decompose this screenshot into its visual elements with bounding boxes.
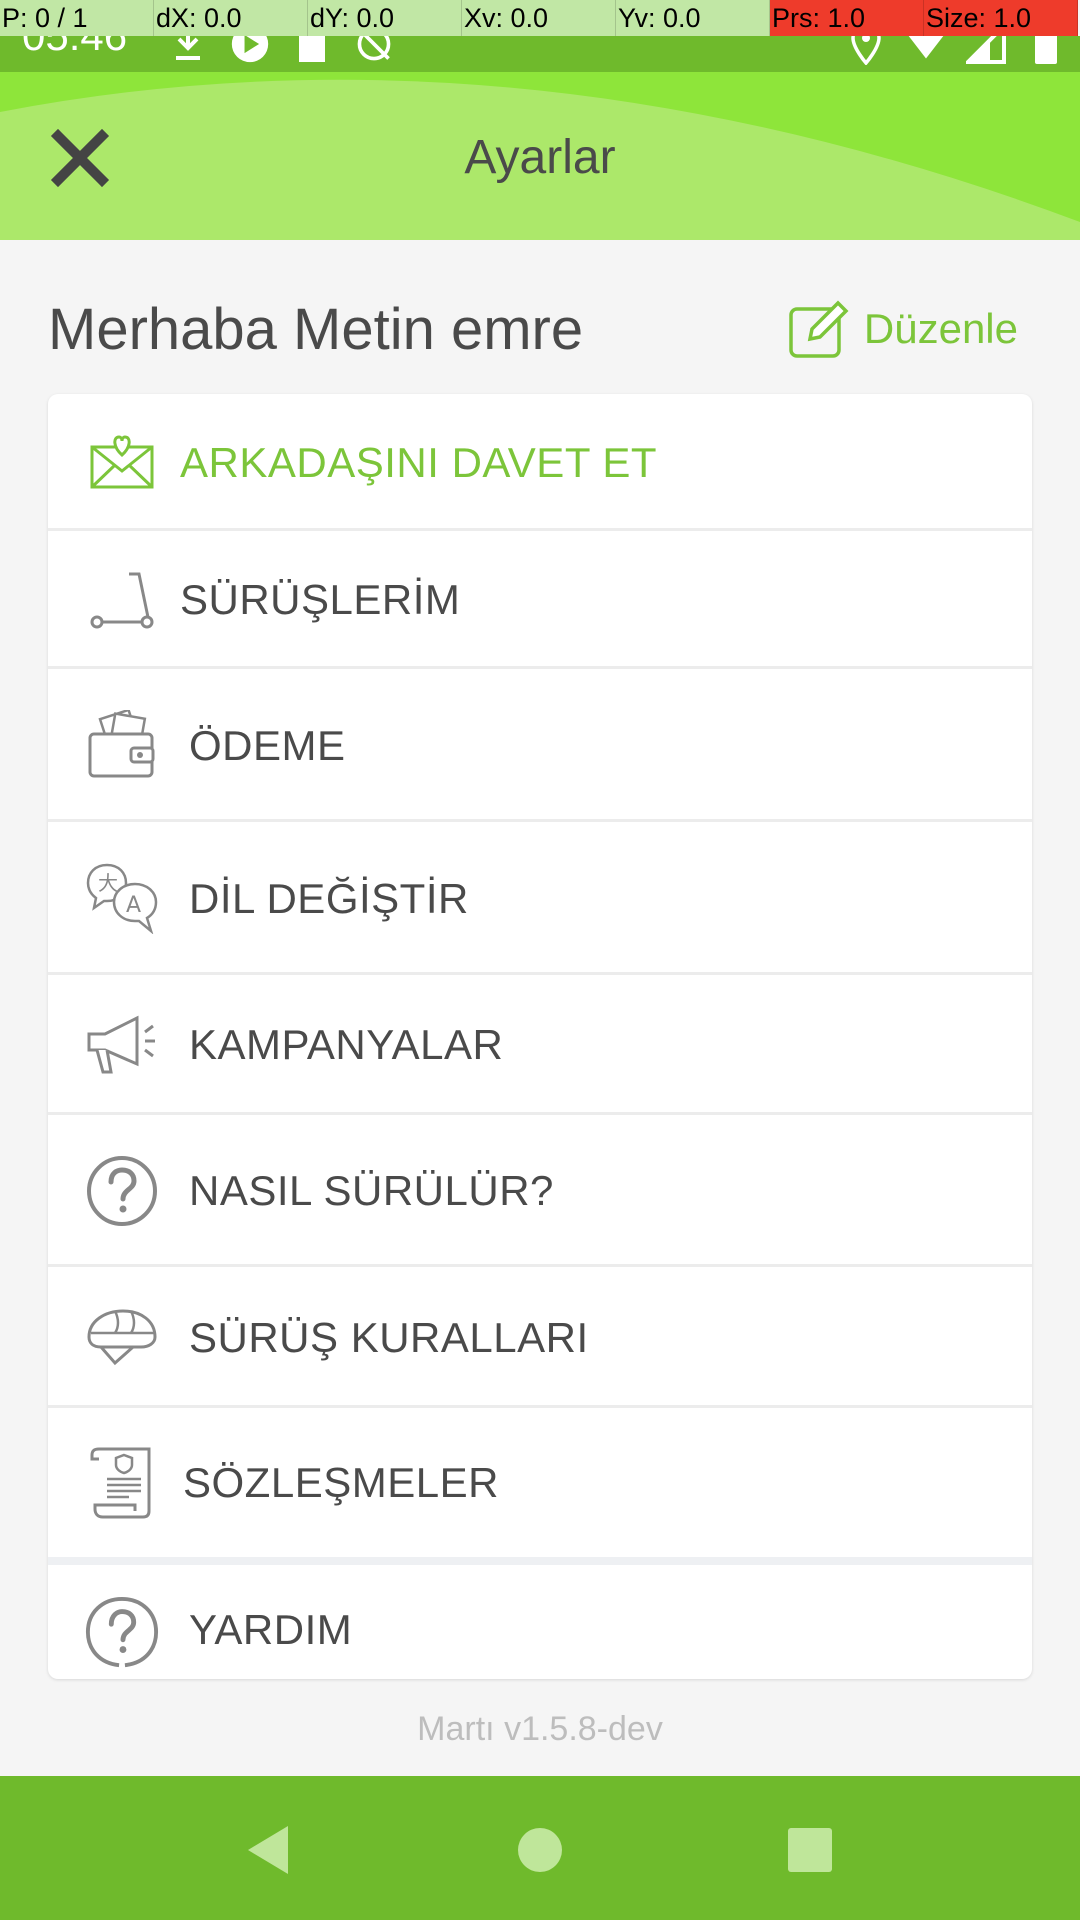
helmet-icon <box>84 1299 160 1375</box>
svg-text:大: 大 <box>98 871 118 895</box>
menu-item-invite-friend[interactable]: ARKADAŞINI DAVET ET <box>48 394 1032 531</box>
menu-item-label: YARDIM <box>189 1606 353 1653</box>
megaphone-icon <box>84 1007 160 1083</box>
menu-item-label: SÜRÜŞLERİM <box>180 576 461 623</box>
nav-back-button[interactable] <box>238 1820 298 1880</box>
menu-item-how-to-ride[interactable]: NASIL SÜRÜLÜR? <box>48 1115 1032 1267</box>
menu-item-label: ARKADAŞINI DAVET ET <box>180 438 658 486</box>
debug-pressure: Prs: 1.0 <box>770 0 924 36</box>
nav-home-button[interactable] <box>510 1820 570 1880</box>
wallet-icon <box>84 707 160 783</box>
menu-item-label: SÜRÜŞ KURALLARI <box>189 1313 589 1361</box>
menu-item-label: DİL DEĞİŞTİR <box>189 874 469 922</box>
page-title: Ayarlar <box>464 131 616 184</box>
app-header: Ayarlar <box>0 72 1080 240</box>
menu-item-label: SÖZLEŞMELER <box>183 1458 499 1506</box>
system-nav-bar <box>0 1776 1080 1920</box>
menu-item-riding-rules[interactable]: SÜRÜŞ KURALLARI <box>48 1267 1032 1408</box>
debug-pointer: P: 0 / 1 <box>0 0 154 36</box>
edit-profile-button[interactable]: Düzenle <box>788 298 1018 360</box>
app-version: Martı v1.5.8-dev <box>417 1710 663 1748</box>
edit-profile-label: Düzenle <box>863 305 1018 352</box>
status-bar: 05:46 <box>0 12 1080 72</box>
menu-item-help[interactable]: YARDIM <box>48 1565 1032 1679</box>
debug-yv: Yv: 0.0 <box>616 0 770 36</box>
back-triangle-icon <box>248 1826 288 1874</box>
edit-pencil-icon <box>789 300 849 358</box>
user-greeting: Merhaba Metin emre <box>48 297 584 362</box>
menu-item-my-rides[interactable]: SÜRÜŞLERİM <box>48 531 1032 669</box>
menu-item-label: ÖDEME <box>189 721 346 769</box>
menu-item-campaigns[interactable]: KAMPANYALAR <box>48 975 1032 1115</box>
question-circle-icon <box>84 1153 160 1229</box>
settings-menu: ARKADAŞINI DAVET ET SÜRÜŞLERİM ÖDEME 大 A… <box>48 394 1032 1679</box>
invite-mail-icon <box>84 424 160 500</box>
debug-dy: dY: 0.0 <box>308 0 462 36</box>
nav-recents-button[interactable] <box>780 1820 840 1880</box>
menu-item-payment[interactable]: ÖDEME <box>48 669 1032 822</box>
help-bubble-icon <box>84 1595 160 1671</box>
menu-item-change-language[interactable]: 大 A DİL DEĞİŞTİR <box>48 822 1032 975</box>
contract-icon <box>84 1444 160 1520</box>
home-circle-icon <box>518 1828 562 1872</box>
scooter-icon <box>84 562 160 638</box>
menu-item-agreements[interactable]: SÖZLEŞMELER <box>48 1408 1032 1557</box>
pointer-debug-overlay: P: 0 / 1 dX: 0.0 dY: 0.0 Xv: 0.0 Yv: 0.0… <box>0 0 1080 36</box>
menu-item-label: KAMPANYALAR <box>189 1021 504 1068</box>
menu-item-label: NASIL SÜRÜLÜR? <box>189 1167 554 1214</box>
debug-xv: Xv: 0.0 <box>462 0 616 36</box>
svg-text:A: A <box>126 893 141 918</box>
menu-divider <box>48 1557 1032 1565</box>
recents-square-icon <box>788 1828 832 1872</box>
language-icon: 大 A <box>84 860 160 936</box>
debug-size: Size: 1.0 <box>924 0 1078 36</box>
debug-dx: dX: 0.0 <box>154 0 308 36</box>
